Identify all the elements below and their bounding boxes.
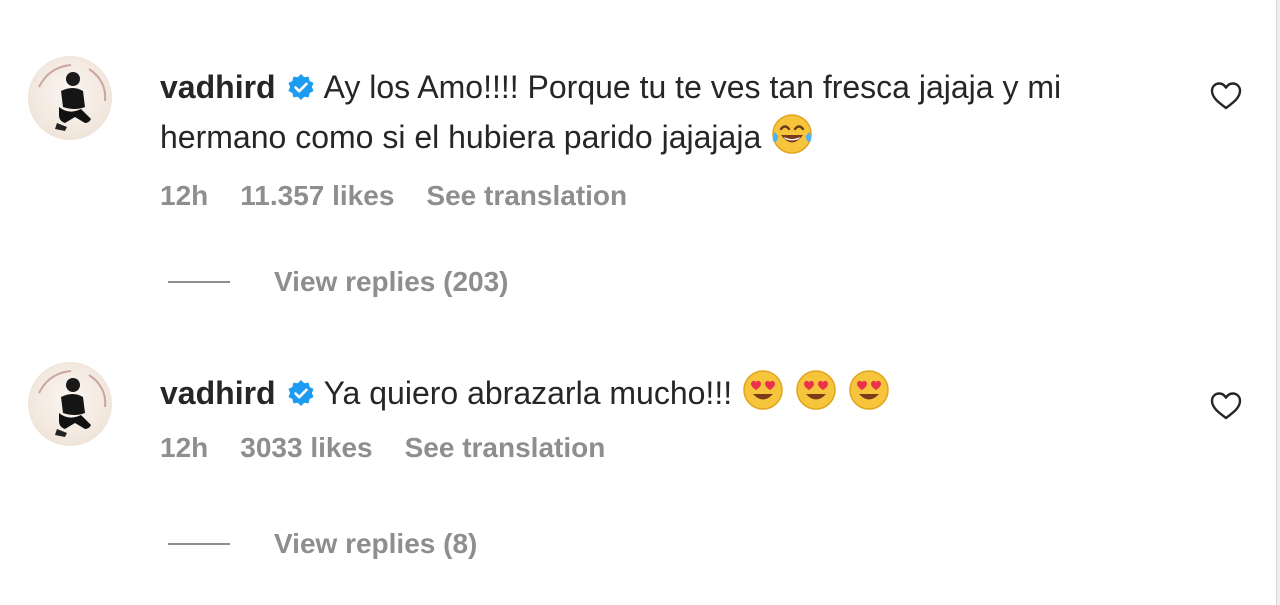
replies-divider [168, 281, 230, 283]
username[interactable]: vadhird [160, 375, 276, 411]
replies-divider [168, 543, 230, 545]
view-replies-label[interactable]: View replies (203) [274, 266, 509, 298]
see-translation-link[interactable]: See translation [426, 180, 627, 212]
view-replies-label[interactable]: View replies (8) [274, 528, 477, 560]
scrollbar-edge [1276, 0, 1280, 605]
heart-outline-icon[interactable] [1208, 388, 1244, 424]
smiling-face-with-heart-eyes-icon [794, 368, 838, 412]
verified-badge-icon [286, 73, 316, 103]
comment-meta: 12h 3033 likes See translation [160, 432, 1170, 464]
view-replies-button[interactable]: View replies (203) [168, 266, 509, 298]
comment-time[interactable]: 12h [160, 180, 208, 212]
face-with-tears-of-joy-icon [770, 112, 814, 156]
smiling-face-with-heart-eyes-icon [741, 368, 785, 412]
verified-badge-icon [286, 379, 316, 409]
likes-count[interactable]: 3033 likes [240, 432, 372, 464]
likes-count[interactable]: 11.357 likes [240, 180, 394, 212]
heart-outline-icon[interactable] [1208, 78, 1244, 114]
comment-meta: 12h 11.357 likes See translation [160, 180, 1170, 212]
smiling-face-with-heart-eyes-icon [847, 368, 891, 412]
comment-text: vadhird Ya quiero abrazarla mucho!!! [160, 368, 1170, 418]
view-replies-button[interactable]: View replies (8) [168, 528, 477, 560]
username[interactable]: vadhird [160, 69, 276, 105]
see-translation-link[interactable]: See translation [405, 432, 606, 464]
comment-body: Ya quiero abrazarla mucho!!! [323, 375, 733, 411]
avatar[interactable] [28, 362, 112, 446]
comment-time[interactable]: 12h [160, 432, 208, 464]
comment-text: vadhird Ay los Amo!!!! Porque tu te ves … [160, 62, 1170, 162]
avatar[interactable] [28, 56, 112, 140]
comments-page: vadhird Ay los Amo!!!! Porque tu te ves … [0, 0, 1280, 605]
